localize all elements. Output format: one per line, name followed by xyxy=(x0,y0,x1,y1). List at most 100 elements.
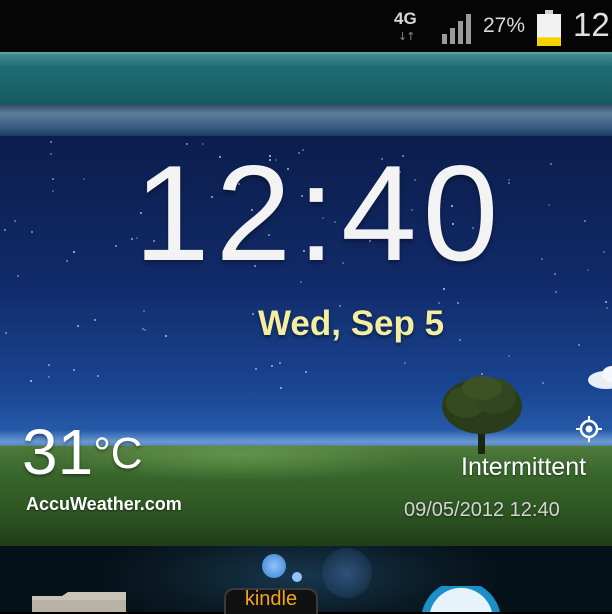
star xyxy=(238,183,240,185)
weather-condition: Intermittent xyxy=(461,453,587,481)
star xyxy=(50,153,52,155)
signal-bars-icon xyxy=(442,14,471,44)
star xyxy=(73,251,75,253)
star xyxy=(578,344,580,346)
star xyxy=(30,380,32,382)
kindle-icon[interactable]: kindle xyxy=(224,588,318,614)
star xyxy=(48,364,50,366)
star xyxy=(280,387,282,389)
tree-image xyxy=(442,376,522,454)
star xyxy=(298,152,300,154)
star xyxy=(369,240,371,242)
star xyxy=(52,190,54,192)
star xyxy=(115,245,117,247)
star xyxy=(279,362,281,364)
battery-icon xyxy=(537,10,561,46)
star xyxy=(136,237,138,239)
decor-bubble xyxy=(262,554,286,578)
star xyxy=(301,195,303,197)
star xyxy=(271,365,273,367)
temperature[interactable]: 31°C xyxy=(22,420,143,486)
star xyxy=(275,250,277,252)
star xyxy=(452,223,454,225)
weather-provider[interactable]: AccuWeather.com xyxy=(26,494,182,515)
star xyxy=(97,375,99,377)
star xyxy=(457,302,459,304)
star xyxy=(14,220,16,222)
star xyxy=(404,362,406,364)
star xyxy=(302,149,304,151)
locate-icon[interactable] xyxy=(576,416,602,442)
star xyxy=(554,273,556,275)
star xyxy=(322,217,324,219)
star xyxy=(66,260,68,262)
star xyxy=(269,159,271,161)
star xyxy=(142,328,144,330)
star xyxy=(508,355,510,357)
star xyxy=(4,229,6,231)
star xyxy=(251,209,253,211)
star xyxy=(165,335,167,337)
star xyxy=(73,369,75,371)
star xyxy=(414,179,416,181)
battery-percentage: 27% xyxy=(483,14,526,37)
status-bar: 4G ↓↑ 27% 12 xyxy=(0,0,612,52)
star xyxy=(83,178,85,180)
widget-frame-top xyxy=(0,104,612,136)
star xyxy=(443,288,445,290)
star xyxy=(131,238,133,240)
star xyxy=(542,382,544,384)
browser-icon[interactable] xyxy=(416,586,506,612)
star xyxy=(334,221,336,223)
star xyxy=(149,251,151,253)
star xyxy=(342,262,344,264)
star xyxy=(269,155,271,157)
temperature-unit: °C xyxy=(93,429,143,478)
folder-icon[interactable] xyxy=(32,592,126,612)
star xyxy=(508,179,510,181)
star xyxy=(168,227,170,229)
star xyxy=(48,376,50,378)
star xyxy=(508,182,510,184)
star xyxy=(402,155,404,157)
star xyxy=(219,156,221,158)
star xyxy=(144,329,146,331)
weather-updated-time: 09/05/2012 12:40 xyxy=(404,499,560,521)
decor-bubble xyxy=(292,572,302,582)
star xyxy=(453,254,455,256)
star xyxy=(77,325,79,327)
star xyxy=(17,275,19,277)
star xyxy=(555,291,557,293)
star xyxy=(50,141,52,143)
star xyxy=(305,371,307,373)
star xyxy=(603,251,605,253)
star xyxy=(472,227,474,229)
star xyxy=(275,159,277,161)
clock-date[interactable]: Wed, Sep 5 xyxy=(258,304,444,344)
star xyxy=(287,168,289,170)
top-band xyxy=(0,52,612,106)
kindle-label: kindle xyxy=(244,588,298,610)
star xyxy=(252,313,254,315)
cloud-image xyxy=(588,366,612,389)
star xyxy=(255,368,257,370)
star xyxy=(303,250,305,252)
star xyxy=(300,281,302,283)
star xyxy=(5,332,7,334)
decor-bubble xyxy=(322,548,372,598)
data-activity-icon: ↓↑ xyxy=(398,30,415,43)
star xyxy=(411,209,413,211)
star xyxy=(211,196,213,198)
star xyxy=(31,231,33,233)
star xyxy=(587,269,589,271)
star xyxy=(140,212,142,214)
star xyxy=(541,258,543,260)
star xyxy=(399,171,401,173)
star xyxy=(268,234,270,236)
star xyxy=(381,158,383,160)
star xyxy=(451,205,453,207)
star xyxy=(94,319,96,321)
status-time: 12 xyxy=(573,6,610,43)
star xyxy=(143,310,145,312)
star xyxy=(153,240,155,242)
